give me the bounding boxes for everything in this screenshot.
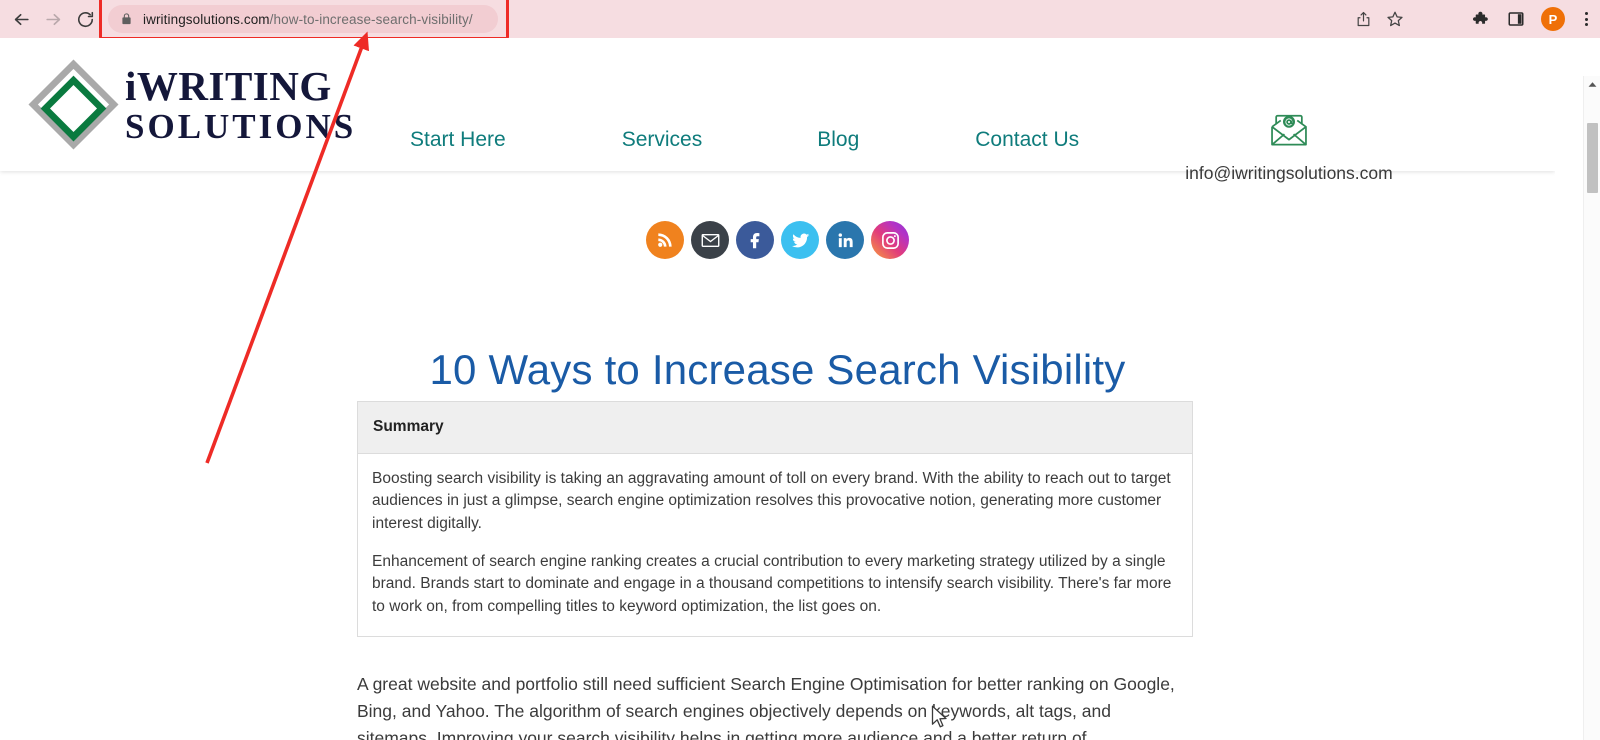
- site-header: iWRITING SOLUTIONS Start Here Services B…: [0, 38, 1555, 183]
- scrollbar-thumb[interactable]: [1587, 123, 1598, 193]
- site-logo[interactable]: iWRITING SOLUTIONS: [26, 57, 356, 152]
- social-facebook-icon[interactable]: [736, 221, 774, 259]
- bookmark-star-icon[interactable]: [1386, 10, 1404, 28]
- summary-paragraph-2: Enhancement of search engine ranking cre…: [372, 552, 1172, 615]
- email-envelope-at-icon: [1139, 108, 1439, 157]
- logo-diamond-glyph: [28, 59, 119, 150]
- profile-avatar[interactable]: P: [1541, 7, 1565, 31]
- extensions-icon[interactable]: [1472, 10, 1491, 29]
- address-bar-container: iwritingsolutions.com/how-to-increase-se…: [99, 0, 509, 40]
- nav-item-services[interactable]: Services: [622, 128, 703, 152]
- social-rss-icon[interactable]: [646, 221, 684, 259]
- twitter-bird-glyph: [791, 233, 809, 247]
- lock-icon[interactable]: [120, 12, 133, 26]
- puzzle-piece-glyph: [1472, 11, 1488, 24]
- summary-card: Summary Boosting search visibility is ta…: [357, 401, 1193, 637]
- browser-window: iwritingsolutions.com/how-to-increase-se…: [0, 0, 1600, 740]
- page-viewport: iWRITING SOLUTIONS Start Here Services B…: [0, 38, 1600, 740]
- omnibox-action-icons: [1355, 0, 1404, 38]
- padlock-glyph: [122, 13, 131, 25]
- navigation-buttons: [0, 4, 100, 34]
- page-title: 10 Ways to Increase Search Visibility: [429, 346, 1126, 394]
- main-navigation: Start Here Services Blog Contact Us: [410, 128, 1079, 152]
- side-panel-icon[interactable]: [1507, 10, 1525, 28]
- logo-line-2: SOLUTIONS: [125, 106, 357, 146]
- nav-item-blog[interactable]: Blog: [817, 128, 859, 152]
- reload-icon: [77, 11, 93, 27]
- instagram-camera-glyph: [881, 231, 899, 249]
- chrome-menu-icon[interactable]: [1581, 12, 1592, 26]
- forward-arrow-icon: [45, 13, 60, 25]
- rss-glyph: [658, 233, 672, 247]
- share-icon[interactable]: [1355, 11, 1372, 28]
- social-twitter-icon[interactable]: [781, 221, 819, 259]
- back-arrow-icon: [14, 13, 29, 25]
- side-panel-glyph: [1508, 12, 1524, 26]
- browser-toolbar: iwritingsolutions.com/how-to-increase-se…: [0, 0, 1600, 40]
- social-email-icon[interactable]: [691, 221, 729, 259]
- contact-block[interactable]: info@iwritingsolutions.com: [1139, 108, 1439, 184]
- nav-item-start-here[interactable]: Start Here: [410, 128, 506, 152]
- scrollbar-up-arrow-icon[interactable]: [1584, 76, 1600, 93]
- url-host: iwritingsolutions.com: [143, 11, 270, 27]
- contact-email-text[interactable]: info@iwritingsolutions.com: [1139, 163, 1439, 184]
- address-bar[interactable]: iwritingsolutions.com/how-to-increase-se…: [108, 5, 498, 33]
- forward-button[interactable]: [38, 4, 68, 34]
- browser-toolbar-right: P: [1472, 0, 1592, 38]
- article-body-paragraph: A great website and portfolio still need…: [357, 674, 1175, 740]
- up-arrow-glyph: [1588, 82, 1596, 87]
- share-glyph: [1357, 11, 1370, 26]
- envelope-at-glyph: [1271, 114, 1307, 146]
- url-path: /how-to-increase-search-visibility/: [269, 11, 473, 27]
- logo-diamond-icon: [26, 57, 121, 152]
- logo-line-1: iWRITING: [125, 62, 332, 109]
- summary-heading: Summary: [358, 402, 1192, 454]
- back-button[interactable]: [6, 4, 36, 34]
- social-instagram-icon[interactable]: [871, 221, 909, 259]
- url-text: iwritingsolutions.com/how-to-increase-se…: [143, 12, 473, 27]
- linkedin-in-glyph: [838, 232, 853, 247]
- reload-button[interactable]: [70, 4, 100, 34]
- facebook-f-glyph: [750, 233, 760, 249]
- summary-body: Boosting search visibility is taking an …: [358, 454, 1192, 636]
- star-glyph: [1387, 11, 1403, 27]
- nav-item-contact-us[interactable]: Contact Us: [975, 128, 1079, 152]
- social-linkedin-icon[interactable]: [826, 221, 864, 259]
- vertical-scrollbar[interactable]: [1583, 76, 1600, 740]
- web-page: iWRITING SOLUTIONS Start Here Services B…: [0, 38, 1555, 740]
- envelope-glyph: [701, 233, 719, 247]
- logo-wordmark: iWRITING SOLUTIONS: [125, 62, 357, 146]
- social-links-row: [0, 221, 1555, 259]
- summary-paragraph-1: Boosting search visibility is taking an …: [372, 470, 1171, 532]
